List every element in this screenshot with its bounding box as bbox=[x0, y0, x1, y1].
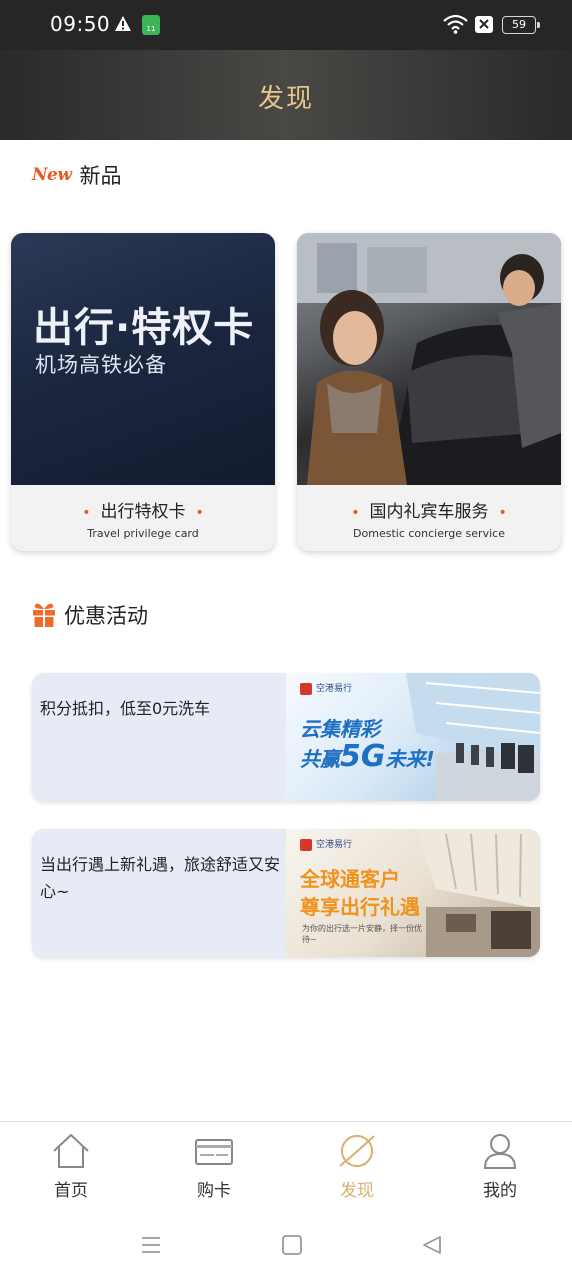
promo-section-label: 优惠活动 bbox=[64, 604, 148, 628]
promo-headline-2: 共赢5G未来! bbox=[300, 739, 435, 774]
nav-item-buy-card[interactable]: 购卡 bbox=[174, 1132, 254, 1201]
card-image-subtitle: 机场高铁必备 bbox=[35, 353, 167, 377]
nav-label: 发现 bbox=[340, 1181, 374, 1201]
page-title: 发现 bbox=[257, 84, 314, 114]
card-label: • 国内礼宾车服务 • bbox=[351, 502, 507, 522]
home-icon bbox=[53, 1134, 89, 1168]
status-bar: 09:50 11 59 bbox=[0, 0, 572, 50]
new-section-label: 新品 bbox=[79, 164, 122, 188]
gift-icon bbox=[33, 603, 55, 627]
sim-icon: 11 bbox=[142, 15, 160, 35]
promo-logo: 空港易行 bbox=[300, 681, 352, 695]
no-sim-icon bbox=[475, 16, 493, 33]
card-sublabel: Travel privilege card bbox=[87, 527, 199, 540]
nav-item-home[interactable]: 首页 bbox=[31, 1132, 111, 1201]
nav-label: 我的 bbox=[483, 1181, 517, 1201]
card-image-title: 出行·特权卡 bbox=[33, 305, 255, 351]
planet-icon bbox=[339, 1135, 375, 1167]
nav-item-discover[interactable]: 发现 bbox=[317, 1132, 397, 1201]
promo-headline-2: 尊享出行礼遇 bbox=[300, 895, 420, 919]
back-icon[interactable] bbox=[421, 1234, 443, 1256]
profile-icon bbox=[483, 1134, 517, 1169]
promo-small-text: 为你的出行选一片安静，择一份优待~ bbox=[302, 924, 422, 944]
promo-car-wash[interactable]: 积分抵扣，低至0元洗车 空港易行 云集精彩 共赢5G未来! bbox=[32, 673, 540, 801]
promo-headline-1: 云集精彩 bbox=[300, 717, 380, 741]
promo-section-title: 优惠活动 bbox=[32, 600, 148, 630]
card-sublabel: Domestic concierge service bbox=[353, 527, 505, 540]
concierge-photo-art bbox=[297, 233, 561, 485]
app-header: 发现 bbox=[0, 50, 572, 140]
battery-icon: 59 bbox=[502, 16, 540, 34]
new-badge-icon: New bbox=[32, 165, 72, 185]
promo-global-banner: 空港易行 全球通客户 尊享出行礼遇 为你的出行选一片安静，择一份优待~ bbox=[286, 829, 540, 957]
promo-travel-privilege[interactable]: 当出行遇上新礼遇，旅途舒适又安心~ 空港易行 全球通客户 尊享出行礼遇 为你的出… bbox=[32, 829, 540, 957]
promo-text: 积分抵扣，低至0元洗车 bbox=[40, 699, 211, 718]
promo-5g-banner: 空港易行 云集精彩 共赢5G未来! bbox=[286, 673, 540, 801]
bottom-nav: 首页 购卡 发现 我的 bbox=[0, 1121, 572, 1216]
battery-level: 59 bbox=[512, 18, 526, 31]
promo-text: 当出行遇上新礼遇，旅途舒适又安心~ bbox=[40, 855, 281, 901]
system-nav-bar bbox=[0, 1216, 572, 1280]
promo-logo: 空港易行 bbox=[300, 837, 352, 851]
card-icon bbox=[195, 1139, 233, 1165]
concierge-photo bbox=[297, 233, 561, 485]
nav-label: 购卡 bbox=[197, 1181, 231, 1201]
travel-card-image: 出行·特权卡 机场高铁必备 bbox=[11, 233, 275, 485]
new-section-title: New 新品 bbox=[32, 160, 122, 190]
menu-icon[interactable] bbox=[140, 1234, 162, 1256]
concierge-car-card[interactable]: • 国内礼宾车服务 • Domestic concierge service bbox=[297, 233, 561, 551]
nav-label: 首页 bbox=[54, 1181, 88, 1201]
promo-headline-1: 全球通客户 bbox=[300, 867, 400, 891]
status-time: 09:50 bbox=[50, 12, 111, 36]
card-label: • 出行特权卡 • bbox=[82, 502, 204, 522]
home-square-icon[interactable] bbox=[281, 1234, 303, 1256]
travel-privilege-card[interactable]: 出行·特权卡 机场高铁必备 • 出行特权卡 • Travel privilege c… bbox=[11, 233, 275, 551]
warning-icon bbox=[115, 16, 131, 31]
nav-item-profile[interactable]: 我的 bbox=[460, 1132, 540, 1201]
wifi-icon bbox=[443, 14, 468, 34]
